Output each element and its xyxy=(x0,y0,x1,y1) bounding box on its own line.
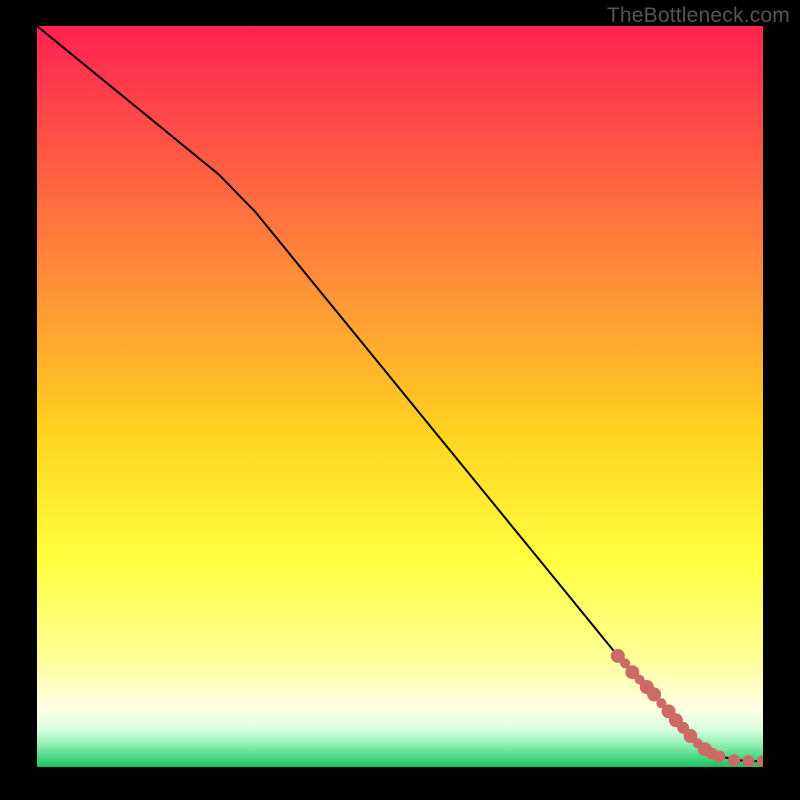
chart-frame: TheBottleneck.com xyxy=(0,0,800,800)
marker-dot xyxy=(713,751,725,763)
watermark-text: TheBottleneck.com xyxy=(607,4,790,28)
marker-dot xyxy=(728,754,740,766)
plot-area xyxy=(37,26,763,767)
marker-dot xyxy=(743,755,755,767)
plot-svg xyxy=(37,26,763,767)
gradient-bg xyxy=(37,26,763,767)
